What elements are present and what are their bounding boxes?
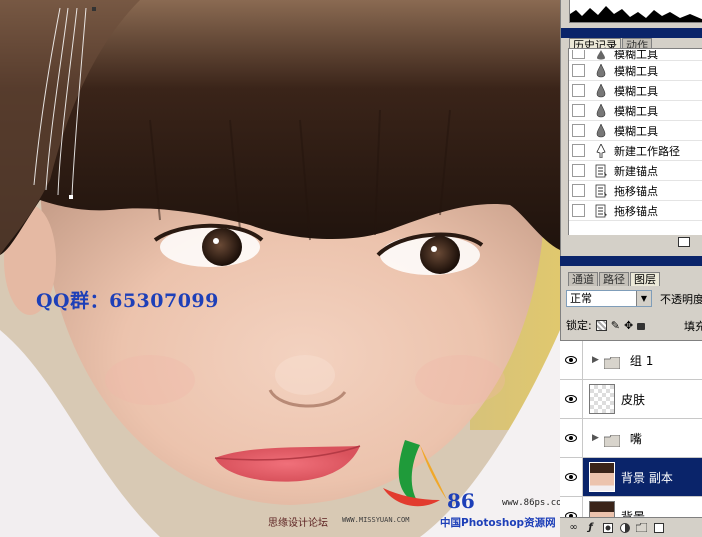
lock-options: 锁定: ✎ ✥ xyxy=(566,317,646,333)
anchor-doc-icon xyxy=(593,203,609,219)
watermark-missyuan: WWW.MISSYUAN.COM xyxy=(342,516,410,524)
history-snapshot-checkbox[interactable] xyxy=(572,84,585,97)
history-item[interactable]: 拖移锚点 xyxy=(569,201,702,221)
layer-list[interactable]: ▶ 组 1 皮肤 ▶ 嘴 背景 副本 背景 xyxy=(560,340,702,518)
opacity-label: 不透明度 xyxy=(660,293,702,306)
anchor-doc-icon xyxy=(593,183,609,199)
portrait-photo xyxy=(0,0,560,537)
layer-thumbnail xyxy=(589,462,615,492)
history-item-label: 模糊工具 xyxy=(614,104,658,118)
history-item-label: 模糊工具 xyxy=(614,64,658,78)
layer-name: 背景 副本 xyxy=(621,470,673,485)
history-item[interactable]: 拖移锚点 xyxy=(569,181,702,201)
history-item[interactable]: 新建工作路径 xyxy=(569,141,702,161)
history-snapshot-checkbox[interactable] xyxy=(572,184,585,197)
watermark-forum: 思缘设计论坛 xyxy=(268,518,328,529)
history-snapshot-checkbox[interactable] xyxy=(572,50,585,59)
new-group-icon[interactable] xyxy=(636,522,647,533)
history-snapshot-checkbox[interactable] xyxy=(572,104,585,117)
watermark-logo-number: 86 xyxy=(447,489,475,513)
blur-drop-icon xyxy=(593,49,609,60)
layer-row-group[interactable]: ▶ 嘴 xyxy=(560,419,702,458)
history-list[interactable]: 模糊工具 模糊工具 模糊工具 模糊工具 模糊工具 新建工作路径 新建锚点 拖移锚… xyxy=(568,48,702,236)
history-item-label: 拖移锚点 xyxy=(614,204,658,218)
eye-icon[interactable] xyxy=(560,341,583,379)
history-item-label: 拖移锚点 xyxy=(614,184,658,198)
document-canvas[interactable]: QQ群：65307099 86 www.86ps.com 思缘设计论坛 WWW.… xyxy=(0,0,560,537)
fill-label: 填充 xyxy=(684,320,702,333)
history-snapshot-checkbox[interactable] xyxy=(572,204,585,217)
layer-thumbnail xyxy=(589,384,615,414)
watermark-site: www.86ps.com xyxy=(502,498,560,508)
history-item[interactable]: 模糊工具 xyxy=(569,81,702,101)
watermark-cn-site: 中国Photoshop资源网 xyxy=(440,517,556,529)
adjustment-layer-icon[interactable] xyxy=(619,522,630,533)
layer-row-group[interactable]: ▶ 组 1 xyxy=(560,341,702,380)
folder-icon xyxy=(603,354,621,370)
layer-thumbnail xyxy=(589,501,615,518)
lock-transparency-icon[interactable] xyxy=(595,319,607,331)
eye-icon[interactable] xyxy=(560,497,583,518)
layer-row-selected[interactable]: 背景 副本 xyxy=(560,458,702,497)
link-icon[interactable]: ∞ xyxy=(568,522,579,533)
blur-drop-icon xyxy=(593,83,609,99)
layer-name: 组 1 xyxy=(629,353,654,368)
layer-style-icon[interactable]: ƒ xyxy=(585,522,596,533)
history-item-label: 新建锚点 xyxy=(614,164,658,178)
expand-arrow-icon[interactable]: ▶ xyxy=(592,355,599,365)
tab-paths[interactable]: 路径 xyxy=(599,272,629,286)
history-snapshot-checkbox[interactable] xyxy=(572,124,585,137)
histogram-preview xyxy=(569,0,702,23)
eye-icon[interactable] xyxy=(560,380,583,418)
lock-move-icon[interactable]: ✥ xyxy=(624,319,633,332)
history-item[interactable]: 模糊工具 xyxy=(569,101,702,121)
history-item-label: 模糊工具 xyxy=(614,124,658,138)
layer-row[interactable]: 皮肤 xyxy=(560,380,702,419)
history-snapshot-checkbox[interactable] xyxy=(572,164,585,177)
history-panel-footer xyxy=(568,235,702,250)
history-snapshot-checkbox[interactable] xyxy=(572,144,585,157)
blend-mode-value: 正常 xyxy=(570,292,592,305)
layers-tabs: 通道 路径 图层 xyxy=(560,272,702,286)
pen-tool-icon xyxy=(593,143,609,159)
eye-icon[interactable] xyxy=(560,458,583,496)
history-item-label: 模糊工具 xyxy=(614,84,658,98)
chevron-down-icon[interactable]: ▼ xyxy=(636,291,651,306)
anchor-doc-icon xyxy=(593,163,609,179)
folder-icon xyxy=(603,432,621,448)
new-snapshot-icon[interactable] xyxy=(678,237,690,247)
blur-drop-icon xyxy=(593,103,609,119)
new-layer-icon[interactable] xyxy=(653,522,664,533)
history-panel-titlebar[interactable] xyxy=(561,28,702,38)
layer-row[interactable]: 背景 xyxy=(560,497,702,518)
blend-mode-select[interactable]: 正常 ▼ xyxy=(566,290,652,307)
eye-icon[interactable] xyxy=(560,419,583,457)
history-item[interactable]: 新建锚点 xyxy=(569,161,702,181)
mask-icon[interactable] xyxy=(602,522,613,533)
history-item-label: 新建工作路径 xyxy=(614,144,680,158)
history-row-partial[interactable]: 模糊工具 xyxy=(569,49,702,61)
layers-panel-titlebar[interactable] xyxy=(560,256,702,266)
lock-brush-icon[interactable]: ✎ xyxy=(611,319,620,332)
tab-layers[interactable]: 图层 xyxy=(630,272,660,286)
layers-panel-footer: ∞ ƒ xyxy=(560,517,702,537)
lock-label: 锁定: xyxy=(566,319,592,332)
layer-name: 皮肤 xyxy=(621,392,646,407)
layer-name: 嘴 xyxy=(629,431,642,446)
blur-drop-icon xyxy=(593,123,609,139)
history-snapshot-checkbox[interactable] xyxy=(572,64,585,77)
blur-drop-icon xyxy=(593,63,609,79)
history-item[interactable]: 模糊工具 xyxy=(569,61,702,81)
history-item-label: 模糊工具 xyxy=(614,49,658,60)
expand-arrow-icon[interactable]: ▶ xyxy=(592,433,599,443)
history-item[interactable]: 模糊工具 xyxy=(569,121,702,141)
qq-group-watermark: QQ群：65307099 xyxy=(36,290,219,312)
lock-all-icon[interactable] xyxy=(637,322,646,330)
tab-channels[interactable]: 通道 xyxy=(568,272,598,286)
